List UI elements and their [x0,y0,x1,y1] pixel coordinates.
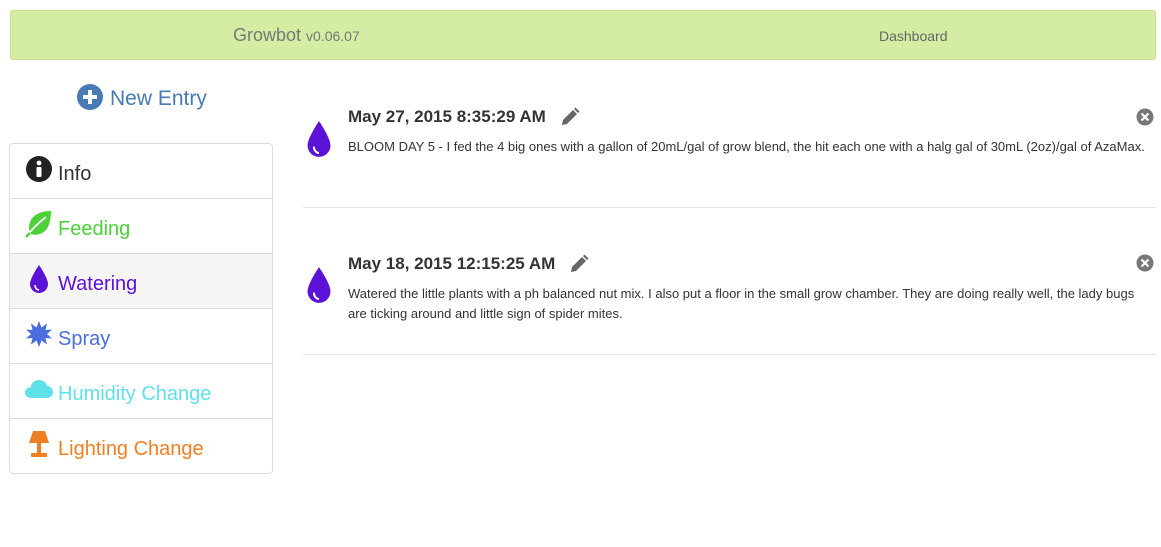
lamp-icon [24,429,54,459]
top-navbar: Growbot v0.06.07 Dashboard [10,10,1156,60]
nav-dashboard-link[interactable]: Dashboard [879,28,948,44]
pencil-icon[interactable] [569,254,589,274]
sidebar-item-watering[interactable]: Watering [10,253,272,308]
sidebar-item-label: Humidity Change [58,382,212,405]
info-circle-icon [24,154,54,184]
close-icon[interactable] [1136,254,1154,272]
sidebar-item-spray[interactable]: Spray [10,308,272,363]
sidebar-item-info[interactable]: Info [10,144,272,198]
sidebar-item-label: Feeding [58,217,131,240]
entry-header: May 27, 2015 8:35:29 AM [348,107,580,127]
close-icon[interactable] [1136,108,1154,126]
sidebar-menu: Info Feeding Watering Spray Humidity Cha… [9,143,273,474]
brand-name: Growbot [233,25,302,45]
brand-version: v0.06.07 [306,28,360,44]
cloud-icon [24,374,54,404]
water-drop-icon [307,267,331,303]
sidebar-item-label: Info [58,162,92,185]
entry-timestamp: May 18, 2015 12:15:25 AM [348,254,556,273]
entry-header: May 18, 2015 12:15:25 AM [348,254,589,274]
leaf-icon [24,209,54,239]
entry-timestamp: May 27, 2015 8:35:29 AM [348,107,546,126]
water-drop-icon [24,264,54,294]
sidebar-item-label: Spray [58,327,111,350]
sidebar-item-feeding[interactable]: Feeding [10,198,272,253]
brand[interactable]: Growbot v0.06.07 [233,25,360,46]
entry-text: BLOOM DAY 5 - I fed the 4 big ones with … [348,139,1145,154]
sidebar-item-label: Watering [58,272,138,295]
sidebar-item-lighting-change[interactable]: Lighting Change [10,418,272,473]
list-item: May 18, 2015 12:15:25 AM Watered the lit… [303,208,1156,355]
entry-text: Watered the little plants with a ph bala… [348,286,1135,321]
sidebar-item-humidity-change[interactable]: Humidity Change [10,363,272,418]
new-entry-button[interactable]: New Entry [76,83,207,111]
sidebar-item-label: Lighting Change [58,437,204,460]
entry-list: May 27, 2015 8:35:29 AM BLOOM DAY 5 - I … [303,95,1156,355]
burst-icon [24,319,54,349]
water-drop-icon [307,121,331,157]
pencil-icon[interactable] [560,107,580,127]
list-item: May 27, 2015 8:35:29 AM BLOOM DAY 5 - I … [303,95,1156,208]
plus-circle-icon [77,84,103,110]
new-entry-label: New Entry [110,87,207,110]
